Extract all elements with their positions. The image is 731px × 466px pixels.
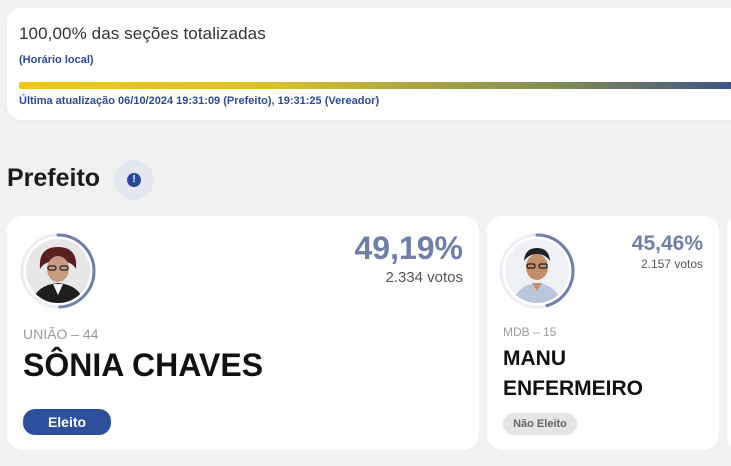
candidate-photo-icon [505, 239, 569, 303]
candidate-percent: 49,19% [354, 230, 463, 266]
totalization-progress-bar [19, 82, 731, 89]
candidate-name-line-2: ENFERMEIRO [503, 377, 644, 400]
info-icon: ! [127, 173, 141, 187]
candidate-name: SÔNIA CHAVES [23, 347, 264, 383]
status-badge-elected: Eleito [23, 409, 111, 435]
candidate-party: MDB – 15 [503, 325, 557, 339]
candidate-avatar-ring [498, 232, 576, 310]
last-update-text: Última atualização 06/10/2024 19:31:09 (… [19, 95, 380, 107]
candidate-percent: 45,46% [631, 232, 703, 255]
avatar [26, 239, 90, 303]
candidate-name: MANU ENFERMEIRO [503, 344, 643, 404]
candidate-name-line-1: MANU [503, 347, 566, 370]
info-button[interactable]: ! [114, 160, 154, 200]
status-badge-not-elected: Não Eleito [503, 413, 577, 435]
candidate-votes: 2.334 votos [385, 269, 463, 286]
section-title-prefeito: Prefeito [7, 164, 101, 192]
candidate-card-1[interactable]: 49,19% 2.334 votos UNIÃO – 44 SÔNIA CHAV… [7, 216, 479, 450]
totalization-card: 100,00% das seções totalizadas (Horário … [7, 8, 731, 120]
totalization-title: 100,00% das seções totalizadas [19, 24, 266, 43]
candidate-card-3[interactable] [727, 216, 731, 450]
candidate-avatar-ring [19, 232, 97, 310]
candidate-party: UNIÃO – 44 [23, 326, 99, 342]
progress-fill [19, 82, 731, 89]
candidate-votes: 2.157 votos [640, 257, 703, 271]
local-time-note: (Horário local) [19, 54, 94, 66]
avatar [505, 239, 569, 303]
candidate-card-2[interactable]: 45,46% 2.157 votos MDB – 15 MANU ENFERME… [487, 216, 719, 450]
candidate-photo-icon [26, 239, 90, 303]
